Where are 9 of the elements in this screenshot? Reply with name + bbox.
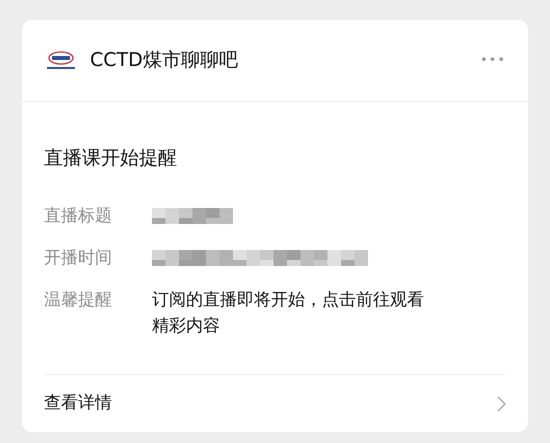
logo-icon — [44, 50, 78, 72]
field-label: 温馨提醒 — [44, 288, 113, 312]
field-label: 开播时间 — [44, 246, 113, 270]
chevron-right-icon[interactable] — [497, 396, 506, 412]
field-label: 直播标题 — [44, 204, 113, 228]
details-link[interactable]: 查看详情 — [44, 390, 112, 416]
account-name: CCTD煤市聊聊吧 — [90, 48, 238, 74]
notification-title: 直播课开始提醒 — [44, 146, 178, 171]
field-value: 订阅的直播即将开始，点击前往观看精彩内容 — [152, 288, 425, 338]
